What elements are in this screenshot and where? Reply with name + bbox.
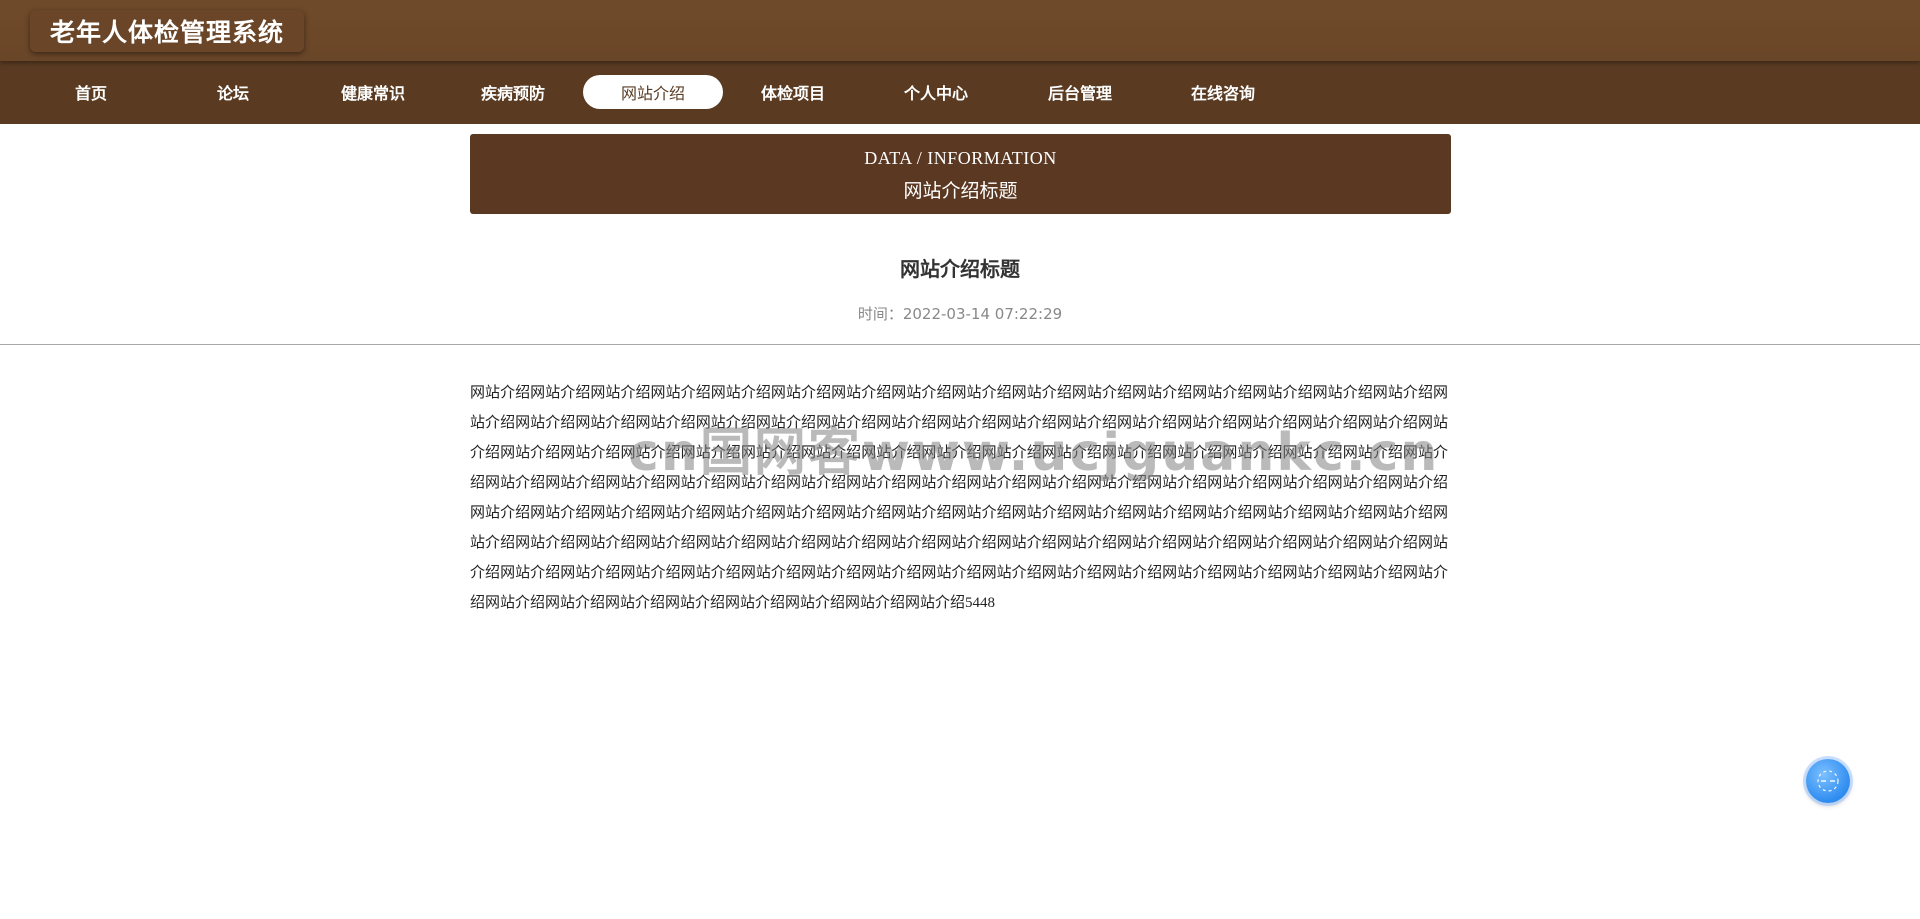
nav-item-disease-prevention[interactable]: 疾病预防 bbox=[443, 75, 583, 109]
nav-item-site-intro[interactable]: 网站介绍 bbox=[583, 75, 723, 109]
floating-chat-button[interactable] bbox=[1806, 759, 1850, 803]
banner-english-title: DATA / INFORMATION bbox=[864, 148, 1057, 168]
nav-item-health-knowledge[interactable]: 健康常识 bbox=[303, 75, 443, 109]
article-body: 网站介绍网站介绍网站介绍网站介绍网站介绍网站介绍网站介绍网站介绍网站介绍网站介绍… bbox=[470, 385, 1448, 611]
nav-item-online-consult[interactable]: 在线咨询 bbox=[1153, 75, 1293, 109]
nav-item-admin[interactable]: 后台管理 bbox=[1010, 75, 1150, 109]
divider bbox=[0, 344, 1920, 345]
nav-item-personal-center[interactable]: 个人中心 bbox=[866, 75, 1006, 109]
nav-item-forum[interactable]: 论坛 bbox=[163, 75, 303, 109]
top-header: 老年人体检管理系统 bbox=[0, 0, 1920, 61]
main-nav: 首页 论坛 健康常识 疾病预防 网站介绍 体检项目 个人中心 后台管理 在线咨询 bbox=[0, 61, 1920, 124]
article-time: 时间：2022-03-14 07:22:29 bbox=[857, 305, 1063, 323]
chat-icon bbox=[1817, 770, 1839, 792]
nav-item-checkup-items[interactable]: 体检项目 bbox=[723, 75, 863, 109]
section-banner: DATA / INFORMATION 网站介绍标题 bbox=[470, 134, 1451, 214]
banner-chinese-title: 网站介绍标题 bbox=[903, 181, 1018, 202]
site-title[interactable]: 老年人体检管理系统 bbox=[30, 10, 305, 52]
article-title: 网站介绍标题 bbox=[900, 257, 1020, 281]
nav-item-home[interactable]: 首页 bbox=[21, 75, 161, 109]
